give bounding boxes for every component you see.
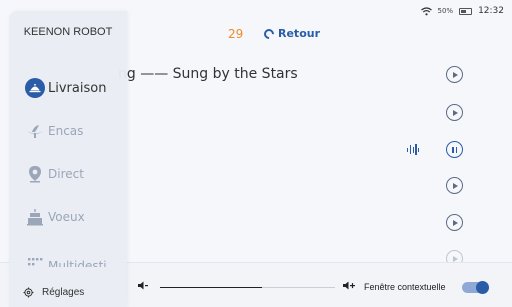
popup-toggle-label: Fenêtre contextuelle xyxy=(364,282,446,292)
sound-wave-icon xyxy=(407,141,420,158)
clock: 12:32 xyxy=(478,6,504,16)
grid-icon xyxy=(25,256,45,266)
snack-icon xyxy=(25,121,45,141)
sidebar-item-label: Multidesti xyxy=(48,259,107,267)
countdown-timer: 29 xyxy=(228,27,244,41)
status-bar: 50% 12:32 xyxy=(420,6,504,16)
gear-icon xyxy=(23,287,34,298)
song-title: ng —— Sung by the Stars xyxy=(118,66,298,82)
back-icon xyxy=(261,26,277,41)
back-button[interactable]: Retour xyxy=(261,26,321,41)
sidebar-item-delivery[interactable]: Livraison xyxy=(9,70,127,106)
delivery-icon xyxy=(25,78,45,98)
volume-slider-fill xyxy=(160,287,262,288)
play-button[interactable] xyxy=(446,177,463,194)
sidebar-item-wishes[interactable]: Voeux xyxy=(9,199,127,235)
cake-icon xyxy=(25,207,45,227)
sidebar-item-multi-destination[interactable]: Multidesti xyxy=(9,254,127,267)
sidebar-item-label: Livraison xyxy=(48,80,107,96)
sidebar-item-label: Voeux xyxy=(48,210,85,224)
play-icon xyxy=(453,182,458,189)
settings-button[interactable]: Réglages xyxy=(23,287,84,298)
pause-button[interactable] xyxy=(446,141,463,158)
pause-icon xyxy=(452,146,457,153)
play-icon xyxy=(453,71,458,78)
sidebar-item-label: Encas xyxy=(48,124,84,138)
sidebar-item-snacks[interactable]: Encas xyxy=(9,113,127,149)
sidebar-item-label: Direct xyxy=(48,167,84,181)
play-icon xyxy=(453,219,458,226)
battery-icon xyxy=(459,7,473,15)
settings-label: Réglages xyxy=(42,287,85,298)
wifi-icon xyxy=(420,6,432,15)
play-icon xyxy=(453,255,458,262)
play-button[interactable] xyxy=(446,250,463,262)
location-pin-icon xyxy=(25,164,45,184)
play-button[interactable] xyxy=(446,104,463,121)
battery-percent: 50% xyxy=(437,7,454,15)
play-button[interactable] xyxy=(446,66,463,83)
brand-logo: KEENON ROBOT xyxy=(23,26,113,38)
sidebar-item-direct[interactable]: Direct xyxy=(9,156,127,192)
sidebar: KEENON ROBOT Livraison Encas Direct Voeu… xyxy=(9,11,127,307)
popup-toggle[interactable] xyxy=(462,281,489,294)
play-button[interactable] xyxy=(446,214,463,231)
back-label: Retour xyxy=(278,27,321,40)
toggle-knob xyxy=(476,281,489,294)
volume-up-icon[interactable] xyxy=(343,281,355,293)
volume-down-icon[interactable] xyxy=(138,281,148,293)
volume-slider[interactable] xyxy=(160,287,335,288)
play-icon xyxy=(453,109,458,116)
